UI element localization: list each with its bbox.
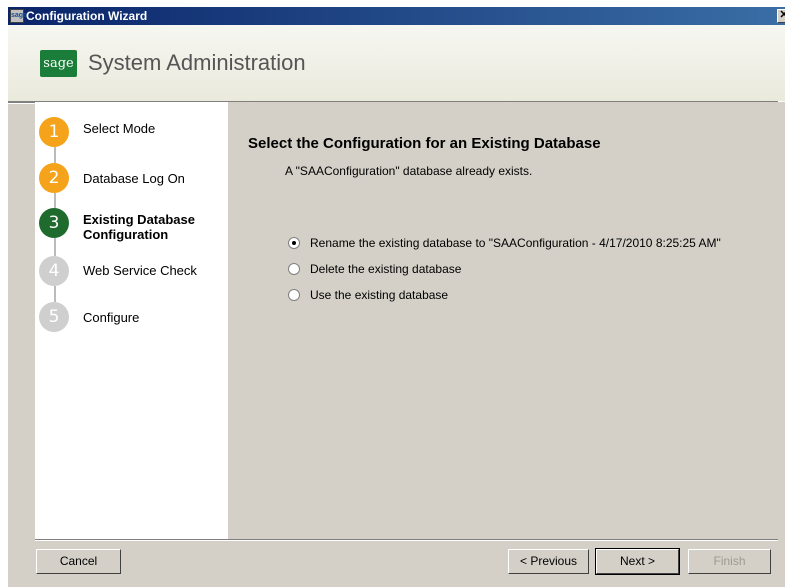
- page-heading: Select the Configuration for an Existing…: [248, 135, 601, 152]
- option-delete-database[interactable]: Delete the existing database: [288, 262, 488, 278]
- rename-radio[interactable]: [288, 237, 300, 249]
- steps-panel: 1 Select Mode 2 Database Log On 3 Existi…: [35, 102, 228, 539]
- option-use-database[interactable]: Use the existing database: [288, 288, 488, 304]
- cancel-button[interactable]: Cancel: [36, 549, 121, 574]
- step-4-circle: 4: [39, 256, 69, 286]
- rename-option-label[interactable]: Rename the existing database to "SAAConf…: [310, 236, 721, 250]
- step-1-label: Select Mode: [83, 121, 156, 136]
- step-3-label: Existing Database Configuration: [83, 212, 195, 242]
- step-4-label: Web Service Check: [83, 263, 197, 278]
- delete-radio[interactable]: [288, 263, 300, 275]
- step-2-circle: 2: [39, 163, 69, 193]
- footer-divider: [35, 539, 778, 541]
- previous-button[interactable]: < Previous: [508, 549, 589, 574]
- next-button[interactable]: Next >: [595, 548, 680, 575]
- delete-option-label[interactable]: Delete the existing database: [310, 262, 461, 276]
- step-connector: [54, 147, 56, 163]
- content-panel: Select the Configuration for an Existing…: [228, 102, 778, 539]
- step-1-circle: 1: [39, 117, 69, 147]
- finish-button: Finish: [688, 549, 771, 574]
- step-connector: [54, 286, 56, 302]
- step-connector: [54, 238, 56, 256]
- step-connector: [54, 193, 56, 208]
- step-5-label: Configure: [83, 310, 140, 325]
- page-description: A "SAAConfiguration" database already ex…: [285, 164, 533, 178]
- configuration-wizard-window: sage Configuration Wizard ✕ sage System …: [8, 7, 785, 587]
- use-radio[interactable]: [288, 289, 300, 301]
- window-title: Configuration Wizard: [26, 9, 148, 23]
- step-5-circle: 5: [39, 302, 69, 332]
- close-icon[interactable]: ✕: [777, 9, 785, 23]
- sage-app-icon: sage: [10, 9, 27, 23]
- step-2-label: Database Log On: [83, 171, 185, 186]
- use-option-label[interactable]: Use the existing database: [310, 288, 448, 302]
- option-rename-database[interactable]: Rename the existing database to "SAAConf…: [288, 236, 748, 252]
- title-bar[interactable]: sage Configuration Wizard ✕: [8, 7, 785, 25]
- app-title: System Administration: [88, 50, 306, 75]
- sage-logo: sage: [40, 50, 77, 77]
- step-3-circle: 3: [39, 208, 69, 238]
